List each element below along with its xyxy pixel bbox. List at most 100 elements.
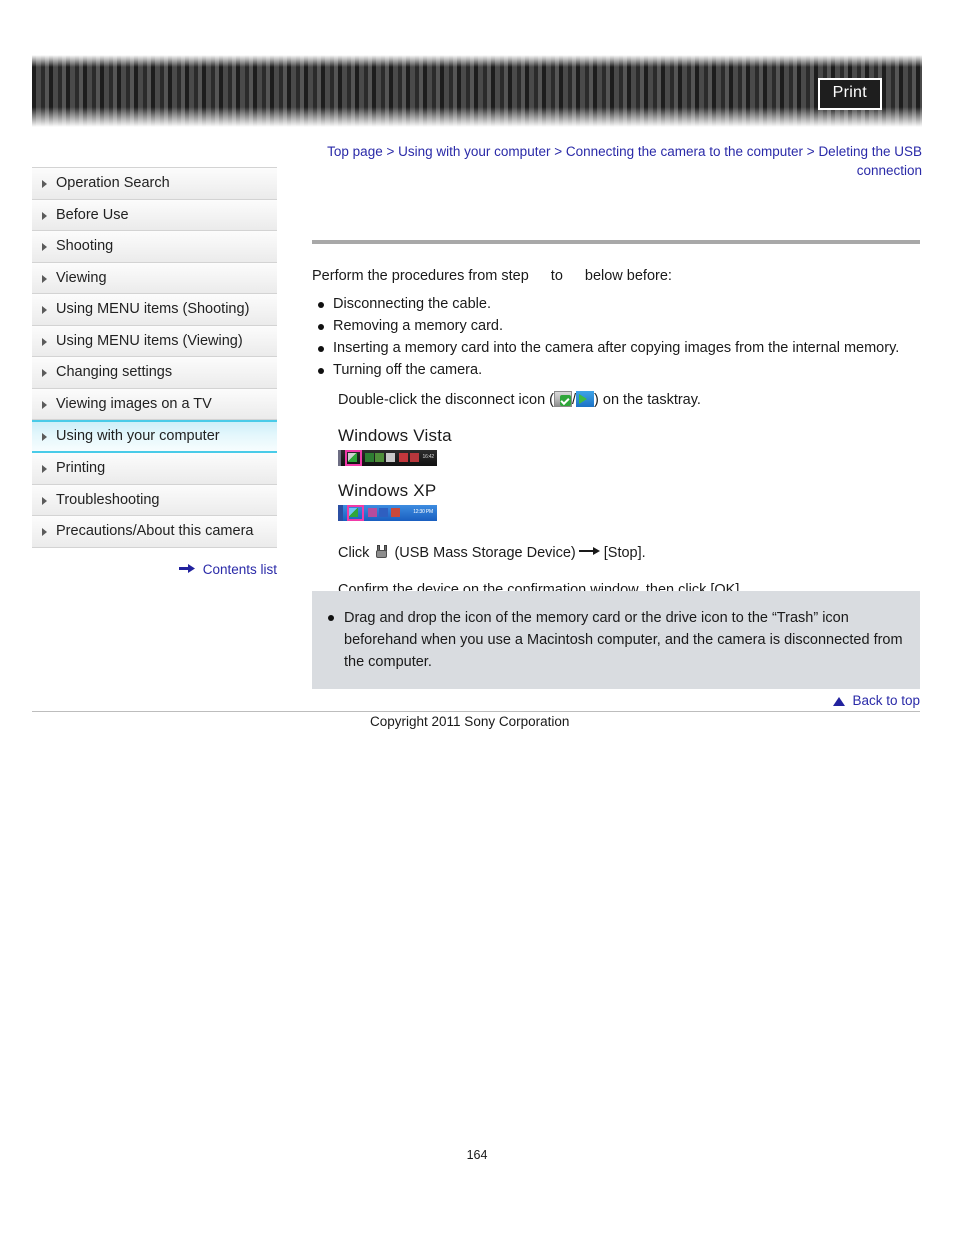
breadcrumb-separator: > bbox=[386, 144, 395, 159]
sidebar-item-changing-settings[interactable]: Changing settings bbox=[32, 357, 277, 389]
triangle-up-icon bbox=[832, 697, 845, 706]
sidebar: Operation Search Before Use Shooting Vie… bbox=[32, 167, 277, 548]
bullet-icon bbox=[318, 346, 324, 352]
chevron-right-icon bbox=[42, 400, 47, 409]
sidebar-item-label: Viewing images on a TV bbox=[56, 395, 212, 412]
chevron-right-icon bbox=[42, 433, 47, 441]
list-item: Turning off the camera. bbox=[312, 360, 920, 381]
chevron-right-icon bbox=[42, 528, 47, 536]
highlight-box-icon bbox=[347, 505, 364, 521]
highlight-box-icon bbox=[345, 450, 362, 466]
breadcrumb-separator: > bbox=[806, 144, 815, 159]
breadcrumb-item-top-page[interactable]: Top page bbox=[327, 144, 383, 159]
tray-icon bbox=[399, 453, 408, 462]
windows-vista-figure: Windows Vista 16:42 bbox=[338, 425, 920, 466]
footer-divider bbox=[32, 711, 920, 712]
sidebar-item-shooting[interactable]: Shooting bbox=[32, 231, 277, 263]
list-item-label: Turning off the camera. bbox=[333, 362, 483, 378]
sidebar-item-precautions-about-this-camera[interactable]: Precautions/About this camera bbox=[32, 516, 277, 548]
sidebar-item-label: Using MENU items (Shooting) bbox=[56, 301, 250, 317]
breadcrumb-separator: > bbox=[554, 144, 563, 159]
page-number: 164 bbox=[466, 1148, 488, 1162]
windows-xp-figure: Windows XP 12:30 PM bbox=[338, 480, 920, 521]
sidebar-item-label: Using with your computer bbox=[56, 428, 220, 444]
tray-icon bbox=[368, 508, 377, 517]
main-content: Perform the procedures from step to below … bbox=[312, 240, 920, 601]
list-item: Inserting a memory card into the camera … bbox=[312, 338, 920, 359]
lead-text-middle: to bbox=[550, 268, 563, 284]
sidebar-item-troubleshooting[interactable]: Troubleshooting bbox=[32, 484, 277, 516]
sidebar-item-operation-search[interactable]: Operation Search bbox=[32, 168, 277, 200]
contents-list-label: Contents list bbox=[202, 562, 277, 577]
sidebar-item-label: Precautions/About this camera bbox=[56, 523, 254, 539]
bullet-icon bbox=[328, 615, 334, 621]
print-button[interactable]: Print bbox=[817, 78, 882, 110]
usb-plug-icon bbox=[375, 545, 392, 560]
vista-safely-remove-hardware-icon bbox=[554, 391, 572, 407]
tray-icon bbox=[386, 453, 395, 462]
windows-xp-label: Windows XP bbox=[338, 481, 437, 500]
list-item-label: Disconnecting the cable. bbox=[333, 296, 491, 312]
chevron-right-icon bbox=[42, 306, 47, 314]
chevron-right-icon bbox=[42, 274, 47, 283]
tray-clock: 12:30 PM bbox=[413, 509, 433, 515]
sidebar-item-label: Before Use bbox=[56, 206, 129, 223]
sidebar-item-label: Operation Search bbox=[56, 175, 170, 191]
sidebar-item-using-menu-items-shooting[interactable]: Using MENU items (Shooting) bbox=[32, 294, 277, 326]
contents-list-link[interactable]: Contents list bbox=[32, 561, 277, 577]
tray-icon bbox=[410, 453, 419, 462]
breadcrumb-item-connecting-the-camera[interactable]: Connecting the camera to the computer bbox=[566, 144, 803, 159]
content-divider bbox=[312, 240, 920, 244]
lead-paragraph: Perform the procedures from step to below … bbox=[312, 266, 920, 286]
back-to-top-label: Back to top bbox=[852, 693, 920, 708]
windows-xp-tasktray-image: 12:30 PM bbox=[338, 505, 437, 521]
step-text-before: Double-click the disconnect icon ( bbox=[338, 392, 554, 408]
breadcrumb: Top page > Using with your computer > Co… bbox=[310, 142, 922, 180]
note-list: Drag and drop the icon of the memory car… bbox=[320, 607, 908, 673]
chevron-right-icon bbox=[42, 180, 47, 188]
tray-icon bbox=[379, 508, 388, 517]
windows-vista-tasktray-image: 16:42 bbox=[338, 450, 437, 466]
sidebar-item-before-use[interactable]: Before Use bbox=[32, 199, 277, 231]
windows-vista-label: Windows Vista bbox=[338, 426, 452, 445]
header-banner: Print bbox=[32, 55, 922, 127]
tray-clock: 16:42 bbox=[422, 454, 434, 460]
sidebar-item-label: Viewing bbox=[56, 269, 107, 286]
back-to-top-link[interactable]: Back to top bbox=[620, 693, 920, 708]
tray-icon bbox=[391, 508, 400, 517]
chevron-right-icon bbox=[42, 243, 47, 251]
sidebar-item-viewing[interactable]: Viewing bbox=[32, 262, 277, 294]
tray-icon bbox=[365, 453, 374, 462]
sidebar-item-using-with-your-computer[interactable]: Using with your computer bbox=[32, 420, 277, 453]
chevron-right-icon bbox=[42, 369, 47, 377]
list-item: Disconnecting the cable. bbox=[312, 294, 920, 315]
xp-safely-remove-hardware-icon bbox=[576, 391, 595, 407]
sidebar-item-printing[interactable]: Printing bbox=[32, 453, 277, 485]
bullet-icon bbox=[318, 368, 324, 374]
step-text-after: ) on the tasktray. bbox=[594, 392, 701, 408]
list-item-label: Inserting a memory card into the camera … bbox=[333, 340, 900, 356]
list-item: Drag and drop the icon of the memory car… bbox=[320, 607, 908, 673]
chevron-right-icon bbox=[42, 465, 47, 473]
tray-icon bbox=[375, 453, 384, 462]
sidebar-item-using-menu-items-viewing[interactable]: Using MENU items (Viewing) bbox=[32, 325, 277, 357]
step-text-stop: [Stop]. bbox=[603, 545, 646, 561]
sidebar-item-viewing-images-on-a-tv[interactable]: Viewing images on a TV bbox=[32, 388, 277, 420]
sidebar-item-label: Troubleshooting bbox=[56, 491, 160, 508]
lead-text-before: Perform the procedures from step bbox=[312, 268, 529, 284]
breadcrumb-item-using-with-your-computer[interactable]: Using with your computer bbox=[398, 144, 550, 159]
chevron-right-icon bbox=[42, 337, 47, 346]
note-box: Drag and drop the icon of the memory car… bbox=[312, 591, 920, 689]
precondition-list: Disconnecting the cable. Removing a memo… bbox=[312, 294, 920, 381]
step-click-device: Click (USB Mass Storage Device) [Stop]. bbox=[338, 543, 920, 564]
chevron-right-icon bbox=[42, 496, 47, 505]
list-item: Removing a memory card. bbox=[312, 316, 920, 337]
bullet-icon bbox=[318, 302, 324, 308]
breadcrumb-item-deleting-the-usb-connection[interactable]: Deleting the USB connection bbox=[818, 144, 922, 178]
bullet-icon bbox=[318, 324, 324, 330]
sidebar-item-label: Shooting bbox=[56, 238, 114, 254]
step-text-click: Click bbox=[338, 545, 370, 561]
arrow-right-icon bbox=[178, 561, 195, 576]
chevron-right-icon bbox=[42, 211, 47, 220]
note-item-label: Drag and drop the icon of the memory car… bbox=[344, 610, 903, 670]
